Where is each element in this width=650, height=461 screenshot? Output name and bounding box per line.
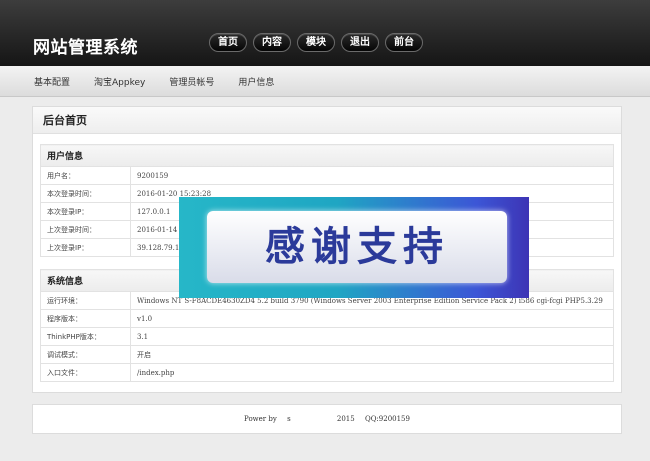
thanks-banner: 感谢支持 (179, 197, 529, 298)
nav-content-button[interactable]: 内容 (253, 33, 291, 52)
panel-title: 后台首页 (33, 107, 621, 134)
sub-nav-taobao-appkey[interactable]: 淘宝Appkey (90, 75, 149, 88)
header-bar: 网站管理系统 首页 内容 模块 退出 前台 (0, 0, 650, 66)
row-label: 本次登录IP： (40, 202, 131, 221)
row-label: 上次登录时间： (40, 220, 131, 239)
nav-module-button[interactable]: 模块 (297, 33, 335, 52)
user-info-heading-row: 用户信息 (40, 144, 614, 167)
footer-name: s (287, 415, 291, 423)
sub-nav-basic-config[interactable]: 基本配置 (30, 75, 74, 88)
sub-nav-admin-account[interactable]: 管理员帐号 (165, 75, 218, 88)
thanks-text: 感谢支持 (265, 224, 449, 270)
row-value: /index.php (130, 363, 614, 382)
row-label: 调试模式： (40, 345, 131, 364)
sub-nav-user-info[interactable]: 用户信息 (234, 75, 278, 88)
sub-nav: 基本配置 淘宝Appkey 管理员帐号 用户信息 (0, 66, 650, 97)
top-nav: 首页 内容 模块 退出 前台 (209, 33, 423, 52)
table-row: 入口文件： /index.php (40, 363, 614, 382)
row-value: 开启 (130, 345, 614, 364)
nav-home-button[interactable]: 首页 (209, 33, 247, 52)
footer-year: 2015 (336, 415, 355, 423)
footer: Power by s 2015 QQ:9200159 (32, 404, 622, 434)
row-value: v1.0 (130, 309, 614, 328)
table-row: 程序版本： v1.0 (40, 309, 614, 328)
nav-logout-button[interactable]: 退出 (341, 33, 379, 52)
row-label: 运行环境： (40, 291, 131, 310)
site-title: 网站管理系统 (33, 38, 138, 58)
nav-frontend-button[interactable]: 前台 (385, 33, 423, 52)
thanks-banner-inner: 感谢支持 (207, 211, 507, 283)
row-label: 用户名： (40, 166, 131, 185)
row-label: 本次登录时间： (40, 184, 131, 203)
row-value: 9200159 (130, 166, 614, 185)
footer-qq: QQ:9200159 (364, 415, 410, 423)
table-row: 用户名： 9200159 (40, 166, 614, 185)
row-label: ThinkPHP版本： (40, 327, 131, 346)
user-info-heading: 用户信息 (40, 144, 614, 167)
footer-power: Power by (244, 415, 277, 423)
table-row: ThinkPHP版本： 3.1 (40, 327, 614, 346)
row-label: 上次登录IP： (40, 238, 131, 257)
row-label: 程序版本： (40, 309, 131, 328)
row-label: 入口文件： (40, 363, 131, 382)
table-row: 调试模式： 开启 (40, 345, 614, 364)
row-value: 3.1 (130, 327, 614, 346)
